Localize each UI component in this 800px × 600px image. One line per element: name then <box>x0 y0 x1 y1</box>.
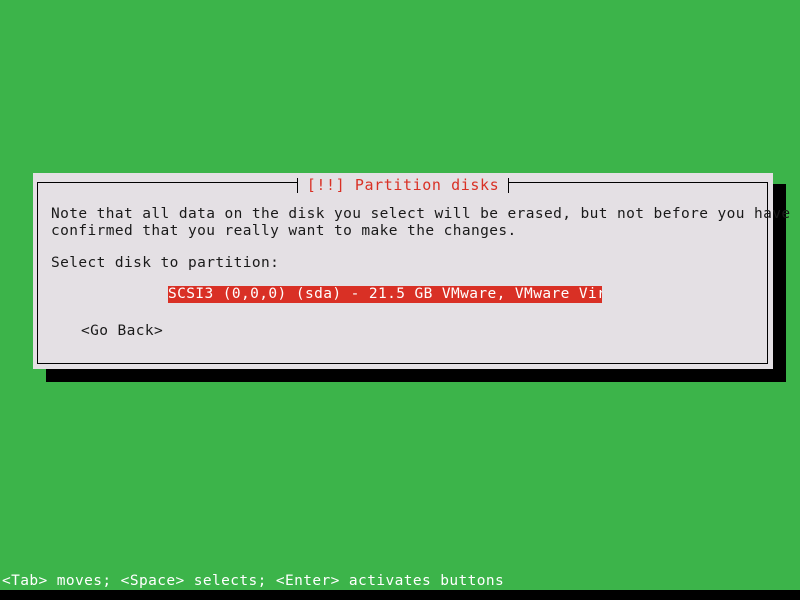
disk-list: SCSI3 (0,0,0) (sda) - 21.5 GB VMware, VM… <box>51 286 768 308</box>
select-disk-prompt: Select disk to partition: <box>51 255 280 271</box>
dialog-body: Note that all data on the disk you selec… <box>37 182 791 364</box>
note-text-line-1: Note that all data on the disk you selec… <box>51 206 791 222</box>
bottom-black-strip <box>0 590 800 600</box>
partition-disks-dialog: [!!] Partition disks Note that all data … <box>33 173 791 369</box>
go-back-button[interactable]: <Go Back> <box>81 323 163 340</box>
note-text-line-2: confirmed that you really want to make t… <box>51 223 517 239</box>
disk-list-item-sda[interactable]: SCSI3 (0,0,0) (sda) - 21.5 GB VMware, VM… <box>168 286 602 303</box>
button-row: <Go Back> <box>51 323 768 340</box>
installer-screen: [!!] Partition disks Note that all data … <box>0 0 800 600</box>
keyboard-hint-bar: <Tab> moves; <Space> selects; <Enter> ac… <box>0 572 800 590</box>
